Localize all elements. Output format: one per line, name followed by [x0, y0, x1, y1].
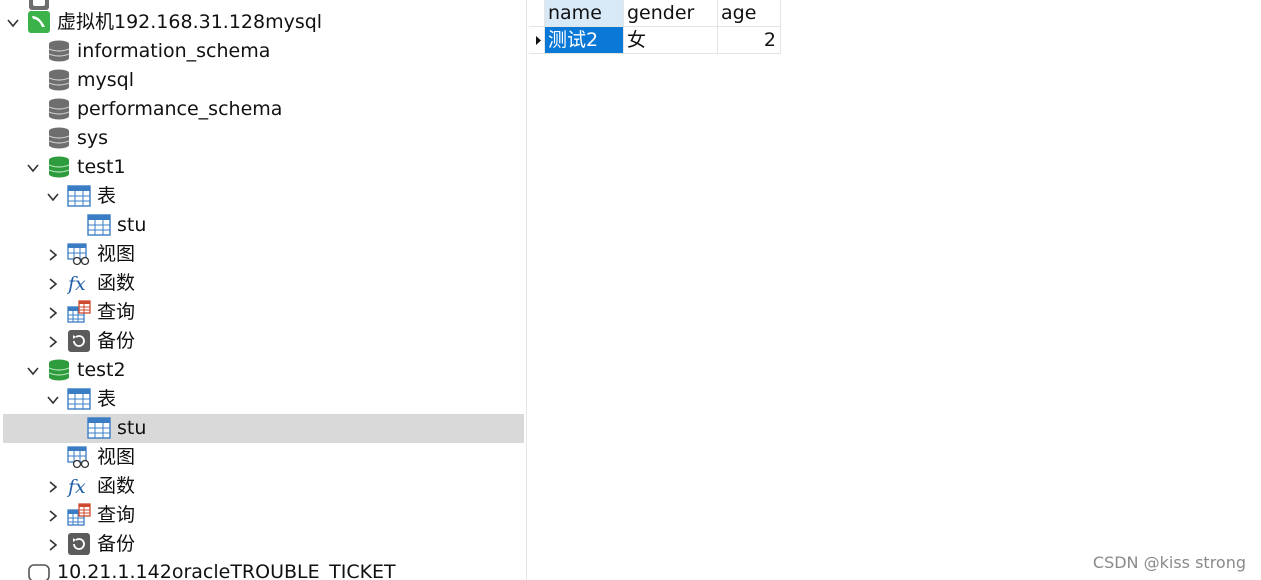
tree-db-performance-schema[interactable]: performance_schema: [3, 95, 524, 124]
query-icon: [67, 503, 91, 527]
tree-backups-folder[interactable]: 备份: [3, 530, 524, 559]
chevron-down-icon[interactable]: [26, 364, 40, 378]
folder-label: 视图: [97, 243, 136, 265]
folder-label: 备份: [97, 330, 136, 352]
chevron-right-icon[interactable]: [46, 538, 60, 552]
db-label: sys: [77, 127, 109, 149]
svg-text:fx: fx: [67, 476, 86, 498]
connection-label: 虚拟机192.168.31.128mysql: [57, 11, 323, 33]
tree-tables-folder[interactable]: 表: [3, 182, 524, 211]
tree-views-folder[interactable]: 视图: [3, 240, 524, 269]
tree-connection-oracle[interactable]: 10.21.1.142oracleTROUBLE_TICKET: [3, 558, 524, 580]
tree-tables-folder[interactable]: 表: [3, 385, 524, 414]
query-icon: [67, 300, 91, 324]
chevron-right-icon[interactable]: [46, 248, 60, 262]
cell-name[interactable]: 测试2: [545, 27, 624, 54]
database-icon: [47, 97, 71, 121]
tree-queries-folder[interactable]: 查询: [3, 298, 524, 327]
function-icon: fx: [66, 474, 91, 498]
folder-label: 查询: [97, 504, 136, 526]
folder-label: 视图: [97, 446, 136, 468]
data-grid: name gender age 测试2 女 2: [529, 0, 1261, 580]
table-icon: [67, 387, 91, 411]
chevron-right-icon[interactable]: [46, 509, 60, 523]
chevron-down-icon[interactable]: [46, 393, 60, 407]
row-pointer[interactable]: [529, 27, 545, 54]
folder-label: 查询: [97, 301, 136, 323]
folder-label: 函数: [97, 475, 136, 497]
table-icon: [87, 213, 111, 237]
tree-db-sys[interactable]: sys: [3, 124, 524, 153]
cell-gender[interactable]: 女: [624, 27, 718, 54]
table-icon: [67, 184, 91, 208]
function-icon: fx: [66, 271, 91, 295]
column-header-age[interactable]: age: [718, 0, 781, 27]
db-label: test2: [77, 359, 126, 381]
tree-queries-folder[interactable]: 查询: [3, 501, 524, 530]
tree-table-stu-selected[interactable]: stu: [3, 414, 524, 443]
column-header-gender[interactable]: gender: [624, 0, 718, 27]
tree-functions-folder[interactable]: fx 函数: [3, 472, 524, 501]
tree-db-mysql[interactable]: mysql: [3, 66, 524, 95]
tree-db-information-schema[interactable]: information_schema: [3, 37, 524, 66]
database-open-icon: [47, 358, 71, 382]
view-icon: [67, 445, 91, 469]
column-header-name[interactable]: name: [545, 0, 624, 27]
navigation-tree: 虚拟机192.168.31.128mysql information_schem…: [0, 0, 527, 580]
db-label: performance_schema: [77, 98, 283, 120]
chevron-down-icon[interactable]: [6, 16, 20, 30]
row-pointer-icon: [536, 36, 541, 45]
database-icon: [47, 126, 71, 150]
database-icon: [47, 39, 71, 63]
chevron-down-icon[interactable]: [26, 161, 40, 175]
database-open-icon: [47, 155, 71, 179]
table-label: stu: [117, 417, 147, 439]
chevron-right-icon[interactable]: [46, 277, 60, 291]
svg-text:fx: fx: [67, 273, 86, 295]
tree-connection-mysql[interactable]: 虚拟机192.168.31.128mysql: [3, 8, 524, 37]
folder-label: 函数: [97, 272, 136, 294]
chevron-right-icon[interactable]: [46, 480, 60, 494]
table-icon: [87, 416, 111, 440]
connection-icon: [27, 561, 51, 580]
tree-table-stu[interactable]: stu: [3, 211, 524, 240]
tree-db-test2[interactable]: test2: [3, 356, 524, 385]
row-header-corner: [529, 0, 545, 27]
folder-label: 表: [97, 388, 117, 410]
chevron-down-icon[interactable]: [46, 190, 60, 204]
table-label: stu: [117, 214, 147, 236]
connection-label: 10.21.1.142oracleTROUBLE_TICKET: [57, 561, 396, 580]
tree-functions-folder[interactable]: fx 函数: [3, 269, 524, 298]
folder-label: 表: [97, 185, 117, 207]
watermark: CSDN @kiss strong: [1092, 553, 1246, 572]
tree-backups-folder[interactable]: 备份: [3, 327, 524, 356]
tree-db-test1[interactable]: test1: [3, 153, 524, 182]
db-label: test1: [77, 156, 126, 178]
chevron-right-icon[interactable]: [46, 335, 60, 349]
mysql-connection-icon: [27, 10, 51, 34]
cell-age[interactable]: 2: [718, 27, 781, 54]
folder-label: 备份: [97, 533, 136, 555]
backup-icon: [67, 329, 91, 353]
backup-icon: [67, 532, 91, 556]
db-label: mysql: [77, 69, 134, 91]
tree-views-folder[interactable]: 视图: [3, 443, 524, 472]
view-icon: [67, 242, 91, 266]
database-icon: [47, 68, 71, 92]
db-label: information_schema: [77, 40, 271, 62]
chevron-right-icon[interactable]: [46, 306, 60, 320]
